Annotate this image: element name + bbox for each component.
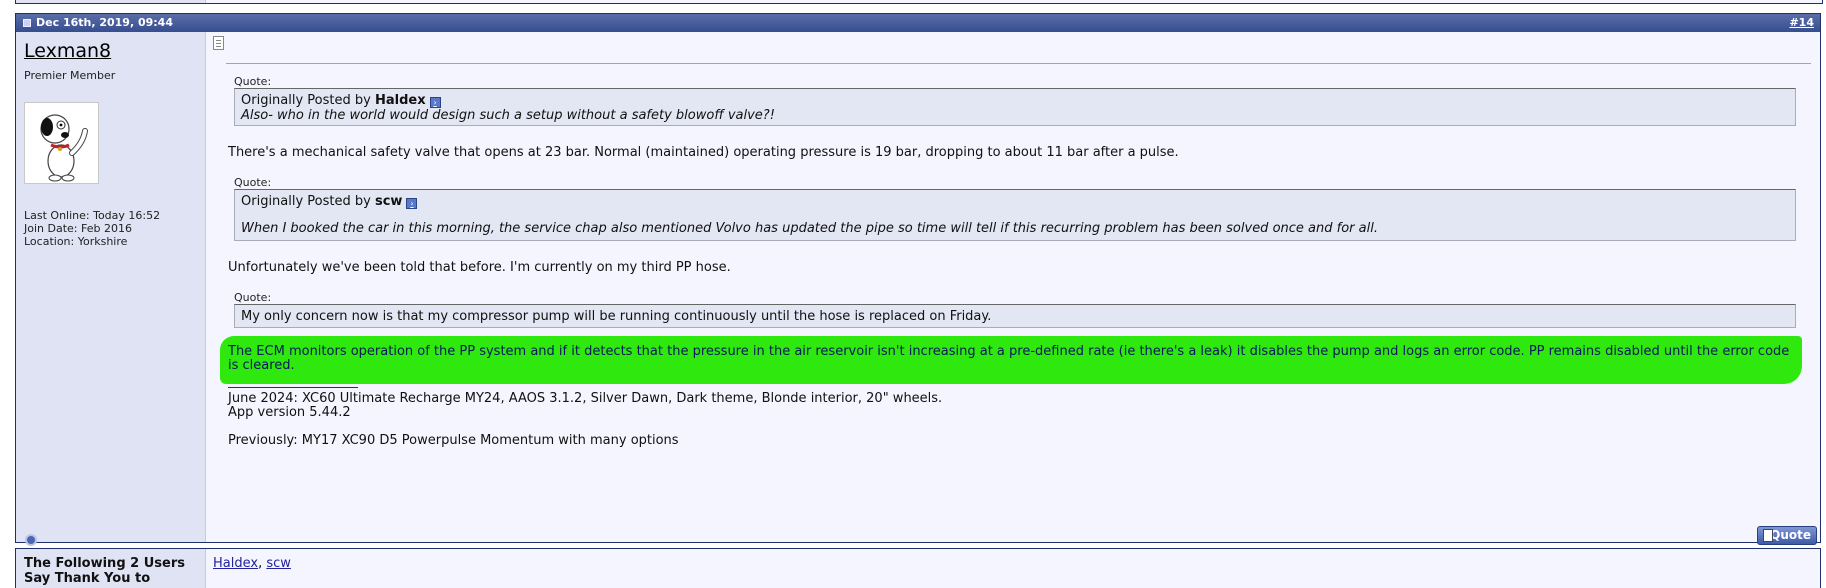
quote-prefix: Originally Posted by bbox=[241, 93, 371, 108]
quote-button[interactable]: Quote bbox=[1757, 526, 1817, 545]
last-online: Last Online: Today 16:52 bbox=[24, 209, 161, 222]
username-link[interactable]: Lexman8 bbox=[24, 40, 111, 62]
dog-avatar-icon bbox=[40, 114, 88, 182]
post-number-link[interactable]: #14 bbox=[1789, 16, 1814, 29]
signature: June 2024: XC60 Ultimate Recharge MY24, … bbox=[228, 392, 942, 448]
quote-text: My only concern now is that my compresso… bbox=[241, 309, 992, 324]
quote-box: Originally Posted by scw › When I booked … bbox=[234, 189, 1796, 241]
thanks-sidebar: The Following 2 Users Say Thank You to bbox=[16, 549, 206, 588]
post-paragraph: There's a mechanical safety valve that o… bbox=[228, 145, 1179, 160]
post-paragraph: Unfortunately we've been told that befor… bbox=[228, 260, 731, 275]
join-date: Join Date: Feb 2016 bbox=[24, 222, 132, 235]
post-date: Dec 16th, 2019, 09:44 bbox=[36, 16, 173, 29]
avatar[interactable] bbox=[24, 102, 99, 184]
user-title: Premier Member bbox=[24, 69, 116, 82]
quote-text: Also- who in the world would design such… bbox=[241, 108, 775, 123]
post-content: Quote: Originally Posted by Haldex › Also… bbox=[206, 32, 1820, 545]
view-post-arrow-icon[interactable]: › bbox=[406, 198, 418, 209]
thanks-user-link[interactable]: scw bbox=[266, 556, 291, 571]
user-sidebar: Lexman8 Premier Member Last Online: Toda… bbox=[16, 32, 206, 546]
signature-divider bbox=[228, 387, 358, 388]
signature-line: June 2024: XC60 Ultimate Recharge MY24, … bbox=[228, 391, 943, 406]
thanks-title-line: The Following 2 Users bbox=[24, 556, 185, 571]
previous-post-sidebar bbox=[16, 0, 206, 3]
quote-label: Quote: bbox=[234, 176, 272, 189]
quote-author: scw bbox=[374, 194, 403, 209]
quote-author: Haldex bbox=[374, 93, 426, 108]
thanks-user-link[interactable]: Haldex bbox=[213, 556, 258, 571]
signature-line: Previously: MY17 XC90 D5 Powerpulse Mome… bbox=[228, 433, 679, 448]
post-paragraph-highlighted: The ECM monitors operation of the PP sys… bbox=[228, 344, 1790, 373]
signature-line: App version 5.44.2 bbox=[228, 405, 351, 420]
quote-button-label: Quote bbox=[1770, 528, 1811, 542]
post-icon bbox=[213, 36, 224, 50]
quote-label: Quote: bbox=[234, 75, 272, 88]
thanks-users: Haldex, scw bbox=[213, 556, 291, 571]
location: Location: Yorkshire bbox=[24, 235, 128, 248]
quote-box: Originally Posted by Haldex › Also- who i… bbox=[234, 88, 1796, 126]
quote-pencil-icon bbox=[1763, 529, 1773, 542]
post: Dec 16th, 2019, 09:44 #14 Lexman8 Premie… bbox=[15, 13, 1821, 546]
post-header: Dec 16th, 2019, 09:44 #14 bbox=[16, 14, 1820, 32]
thanks-title-line: Say Thank You to bbox=[24, 571, 151, 586]
quote-text: When I booked the car in this morning, t… bbox=[241, 221, 1378, 236]
previous-post-bottom bbox=[15, 0, 1823, 4]
quote-attribution: Originally Posted by scw › bbox=[241, 194, 1789, 209]
title-divider bbox=[226, 63, 1811, 64]
quote-box: My only concern now is that my compresso… bbox=[234, 304, 1796, 328]
post-date-icon bbox=[23, 19, 31, 27]
thanks-title: The Following 2 Users Say Thank You to bbox=[24, 556, 185, 586]
quote-attribution: Originally Posted by Haldex › bbox=[241, 93, 1789, 108]
post-number: #14 bbox=[1789, 14, 1814, 32]
quote-prefix: Originally Posted by bbox=[241, 194, 371, 209]
thanks-section: The Following 2 Users Say Thank You to H… bbox=[15, 548, 1821, 588]
user-info: Last Online: Today 16:52 Join Date: Feb … bbox=[24, 209, 160, 248]
view-post-arrow-icon[interactable]: › bbox=[429, 97, 441, 108]
online-status-icon bbox=[25, 534, 37, 546]
quote-label: Quote: bbox=[234, 291, 272, 304]
